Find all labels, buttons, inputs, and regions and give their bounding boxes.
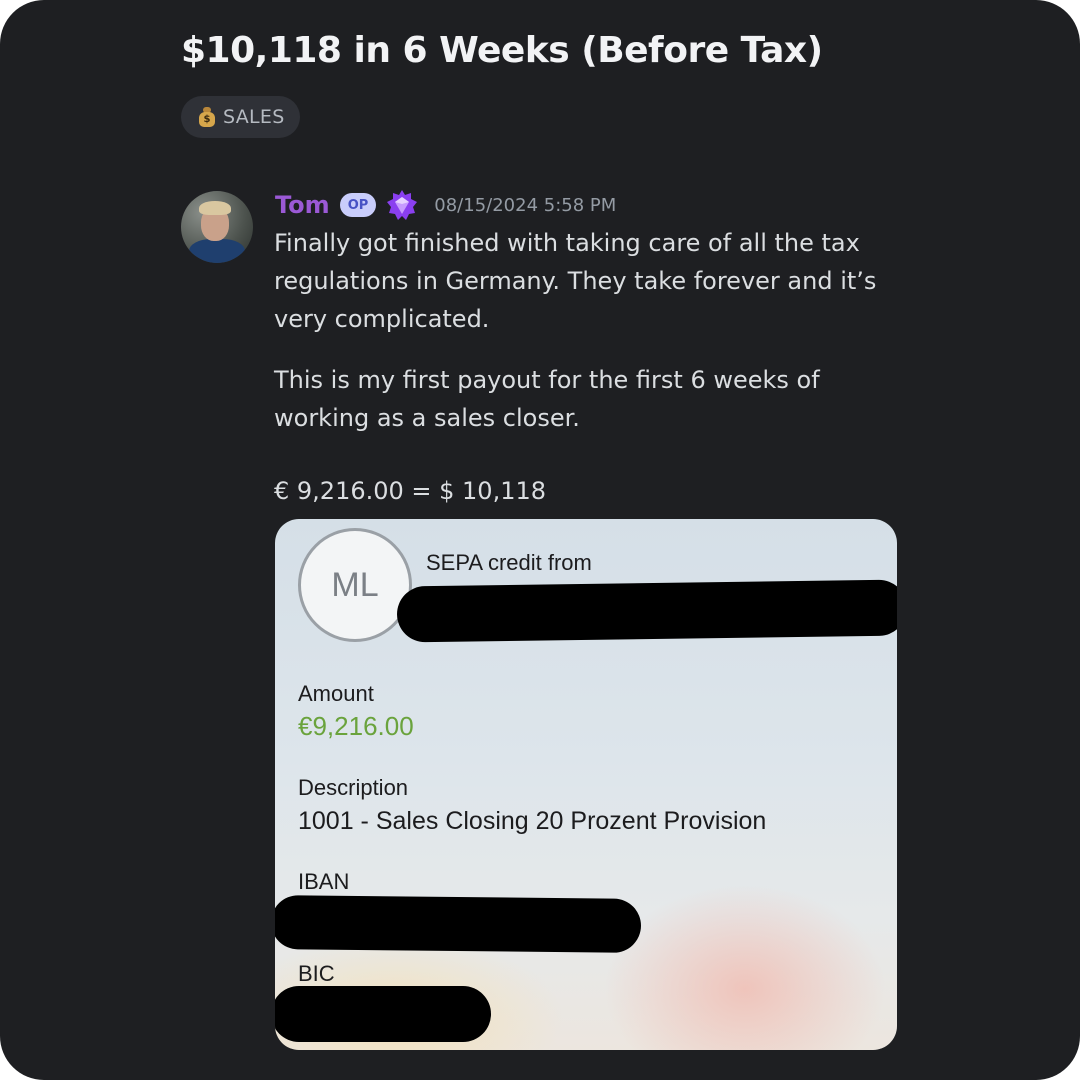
forum-post: $10,118 in 6 Weeks (Before Tax) $ SALES … <box>0 0 1080 1080</box>
timestamp: 08/15/2024 5:58 PM <box>434 194 617 216</box>
sepa-label: SEPA credit from <box>426 550 592 575</box>
amount-label: Amount <box>298 681 374 706</box>
amount-value: €9,216.00 <box>298 711 414 741</box>
iban-label: IBAN <box>298 869 350 894</box>
description-value: 1001 - Sales Closing 20 Prozent Provisio… <box>298 807 767 835</box>
op-badge: OP <box>339 193 377 217</box>
message-body: Finally got finished with taking care of… <box>274 224 894 510</box>
money-bag-icon: $ <box>199 107 215 127</box>
purple-gem-badge-icon[interactable] <box>386 189 418 221</box>
avatar[interactable] <box>181 191 253 263</box>
bic-label: BIC <box>298 961 335 986</box>
message-header: Tom OP 08/15/2024 5:58 PM <box>275 188 616 222</box>
image-attachment[interactable]: ML SEPA credit from Amount €9,216.00 Des… <box>275 519 897 1050</box>
tag-label: SALES <box>223 106 285 128</box>
message-paragraph: Finally got finished with taking care of… <box>274 229 877 333</box>
description-label: Description <box>298 775 409 800</box>
redaction-bar <box>396 579 897 643</box>
message-paragraph: € 9,216.00 = $ 10,118 <box>274 477 547 505</box>
redaction-bar <box>275 895 642 953</box>
sender-initials-avatar: ML <box>298 528 412 642</box>
message-paragraph: This is my first payout for the first 6 … <box>274 366 820 432</box>
post-title: $10,118 in 6 Weeks (Before Tax) <box>181 30 823 71</box>
author-name[interactable]: Tom <box>275 191 330 219</box>
redaction-bar <box>275 986 491 1042</box>
tag-sales[interactable]: $ SALES <box>181 96 300 138</box>
